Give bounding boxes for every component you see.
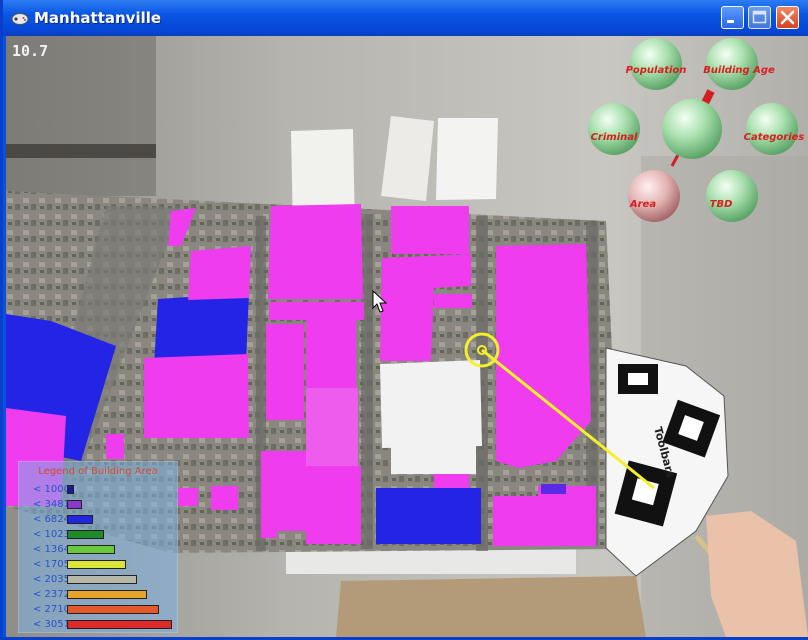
legend-row: < 23723: [18, 588, 178, 603]
legend-row-swatch: [67, 605, 159, 614]
legend-row: < 10235: [18, 528, 178, 543]
close-icon: [780, 10, 795, 25]
gamepad-icon: [11, 13, 29, 25]
cardboard-box: [336, 576, 646, 637]
legend-row-label: < 1000: [33, 484, 71, 495]
close-button[interactable]: [776, 6, 799, 29]
legend-row-swatch: [67, 515, 93, 524]
legend-row-label: < 6824: [33, 514, 71, 525]
app-window: Manhattanville Toolbars Population Build…: [0, 0, 808, 640]
menu-item-area[interactable]: Area: [628, 170, 680, 222]
menu-item-population-label: Population: [626, 65, 687, 76]
menu-item-categories-label: Categories: [744, 132, 805, 143]
legend-row: < 17052: [18, 558, 178, 573]
window-title: Manhattanville: [34, 9, 162, 27]
title-bar[interactable]: Manhattanville: [3, 0, 808, 36]
fps-counter: 10.7: [12, 42, 49, 60]
legend-row: < 20352: [18, 573, 178, 588]
menu-item-building-age-label: Building Age: [703, 65, 775, 76]
menu-item-tbd[interactable]: TBD: [706, 170, 758, 222]
menu-item-criminal[interactable]: Criminal: [588, 103, 640, 155]
maximize-button[interactable]: [748, 6, 771, 29]
legend-row: < 30512: [18, 618, 178, 633]
legend-row-label: < 3481: [33, 499, 71, 510]
radial-menu-hub[interactable]: [662, 99, 722, 159]
ar-camera-view[interactable]: Toolbars Population Building Age Crimina…: [6, 36, 808, 637]
legend-row-swatch: [67, 575, 137, 584]
legend-row: < 6824: [18, 513, 178, 528]
legend-row-swatch: [67, 500, 82, 509]
legend-title: Legend of Building Area: [38, 466, 158, 477]
menu-item-tbd-label: TBD: [710, 199, 733, 210]
legend-row-swatch: [67, 620, 172, 629]
legend-row: < 3481: [18, 498, 178, 513]
menu-item-criminal-label: Criminal: [591, 132, 638, 143]
minimize-icon: [727, 20, 734, 23]
menu-item-area-label: Area: [629, 199, 656, 210]
legend-row: < 13641: [18, 543, 178, 558]
legend-row: < 27104: [18, 603, 178, 618]
legend-row-swatch: [67, 485, 74, 494]
legend-row: < 1000: [18, 483, 178, 498]
legend-row-swatch: [67, 590, 147, 599]
legend-row-swatch: [67, 545, 115, 554]
legend-row-swatch: [67, 530, 104, 539]
legend-row-swatch: [67, 560, 126, 569]
minimize-button[interactable]: [721, 6, 744, 29]
maximize-icon: [752, 10, 767, 24]
building-area-legend: Legend of Building Area < 1000 < 3481 < 68…: [18, 461, 178, 633]
